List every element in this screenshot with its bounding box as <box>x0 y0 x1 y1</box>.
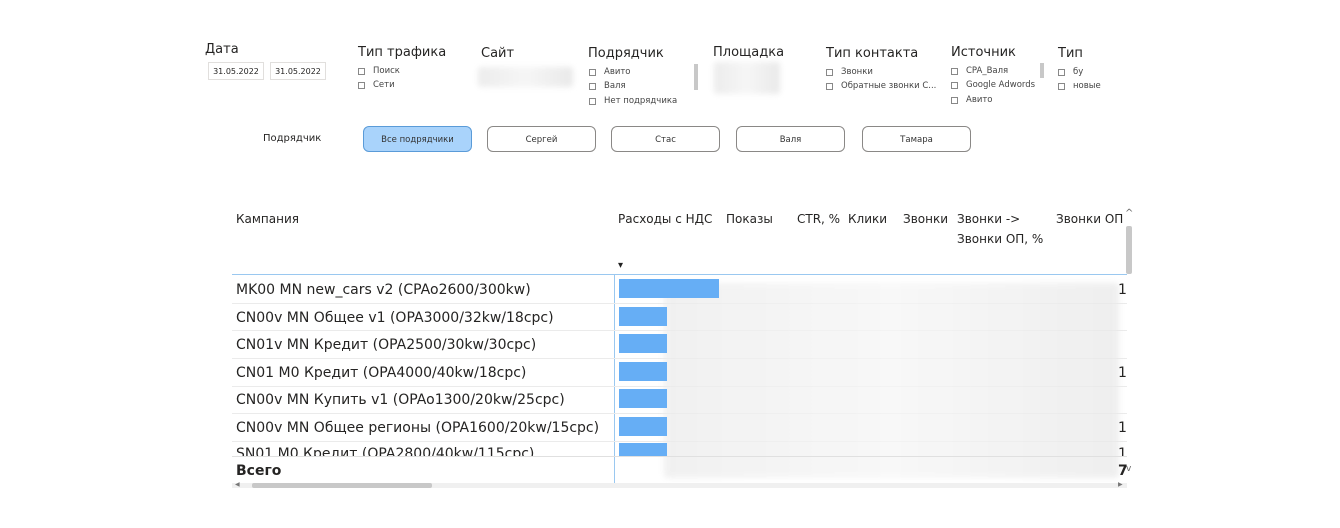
spend-bar <box>619 389 667 408</box>
campaign-name: SN01 M0 Кредит (OPA2800/40kw/115cpc) <box>236 446 535 456</box>
date-from-input[interactable]: 31.05.2022 <box>208 62 264 80</box>
checkbox-icon[interactable] <box>951 96 958 104</box>
column-header-calls[interactable]: Звонки <box>903 211 948 227</box>
source-title: Источник <box>951 45 1016 60</box>
checkbox-icon[interactable] <box>358 67 365 75</box>
site-title: Сайт <box>481 46 515 61</box>
traffic-type-title: Тип трафика <box>358 45 447 60</box>
checkbox-icon[interactable] <box>826 68 833 76</box>
calls-op-value: 1 <box>1118 365 1127 381</box>
campaign-name: CN01v MN Кредит (OPA2500/30kw/30cpc) <box>236 337 537 353</box>
column-header-clicks[interactable]: Клики <box>848 211 887 227</box>
contact-option-callbacks[interactable]: Обратные звонки С... <box>826 80 936 92</box>
campaign-name: MK00 MN new_cars v2 (CPAo2600/300kw) <box>236 282 531 298</box>
spend-bar <box>619 443 667 456</box>
contractor-button-tamara[interactable]: Тамара <box>862 126 971 152</box>
type-option-used[interactable]: бу <box>1058 66 1083 78</box>
calls-op-value: 1 <box>1118 420 1127 436</box>
column-header-call-conversion[interactable]: Звонки -> Звонки ОП, % <box>957 211 1043 247</box>
spend-bar <box>619 334 667 353</box>
scroll-left-icon[interactable]: ◀ <box>235 481 240 488</box>
calls-op-value: 1 <box>1118 282 1127 298</box>
checkbox-icon[interactable] <box>589 97 596 105</box>
total-divider <box>232 456 1127 457</box>
contractor-title: Подрядчик <box>588 46 664 61</box>
site-dropdown-redacted[interactable] <box>478 67 573 87</box>
scroll-right-icon[interactable]: ▶ <box>1118 481 1123 488</box>
checkbox-icon[interactable] <box>951 67 958 75</box>
scroll-up-icon[interactable]: ^ <box>1125 208 1133 219</box>
campaign-name: CN01 M0 Кредит (OPA4000/40kw/18cpc) <box>236 365 527 381</box>
checkbox-icon[interactable] <box>589 68 596 76</box>
table-row[interactable]: SN01 M0 Кредит (OPA2800/40kw/115cpc) 1 <box>0 441 1340 456</box>
contractor-scrollbar[interactable] <box>694 64 698 90</box>
contact-option-calls[interactable]: Звонки <box>826 66 873 78</box>
platform-dropdown-redacted[interactable] <box>714 62 780 94</box>
column-header-campaign[interactable]: Кампания <box>236 211 299 227</box>
date-slicer-title: Дата <box>205 42 239 57</box>
contractor-buttons-label: Подрядчик <box>263 133 322 144</box>
contractor-button-sergey[interactable]: Сергей <box>487 126 596 152</box>
call-conversion-line1: Звонки -> <box>957 212 1021 226</box>
source-option-cpa[interactable]: CPA_Валя <box>951 65 1008 77</box>
spend-bar <box>619 417 667 436</box>
checkbox-icon[interactable] <box>1058 68 1065 76</box>
checkbox-icon[interactable] <box>589 82 596 90</box>
contractor-option-avito[interactable]: Авито <box>589 66 631 78</box>
table-vertical-scrollbar[interactable] <box>1126 226 1132 274</box>
campaign-name: CN00v MN Общее регионы (OPA1600/20kw/15c… <box>236 420 600 436</box>
column-header-ctr[interactable]: CTR, % <box>797 211 840 227</box>
source-option-avito[interactable]: Авито <box>951 94 993 106</box>
spend-bar <box>619 279 719 298</box>
checkbox-icon[interactable] <box>951 81 958 89</box>
source-scrollbar[interactable] <box>1040 63 1044 78</box>
contact-type-title: Тип контакта <box>826 46 919 61</box>
sort-descending-icon[interactable]: ▾ <box>618 260 623 271</box>
checkbox-icon[interactable] <box>358 81 365 89</box>
checkbox-icon[interactable] <box>1058 82 1065 90</box>
platform-title: Площадка <box>713 45 785 60</box>
campaign-name: CN00v MN Купить v1 (OPAo1300/20kw/25cpc) <box>236 392 565 408</box>
table-horizontal-scroll-thumb[interactable] <box>252 483 432 488</box>
traffic-option-networks[interactable]: Сети <box>358 79 395 91</box>
type-option-new[interactable]: новые <box>1058 80 1101 92</box>
contractor-button-valya[interactable]: Валя <box>736 126 845 152</box>
type-title: Тип <box>1058 46 1083 61</box>
column-header-impressions[interactable]: Показы <box>726 211 773 227</box>
contractor-button-stas[interactable]: Стас <box>611 126 720 152</box>
source-option-adwords[interactable]: Google Adwords <box>951 79 1035 91</box>
date-to-input[interactable]: 31.05.2022 <box>270 62 326 80</box>
column-header-spend[interactable]: Расходы с НДС <box>618 211 712 227</box>
call-conversion-line2: Звонки ОП, % <box>957 232 1044 246</box>
contractor-option-valya[interactable]: Валя <box>589 80 626 92</box>
contractor-button-all[interactable]: Все подрядчики <box>363 126 472 152</box>
checkbox-icon[interactable] <box>826 82 833 90</box>
spend-bar <box>619 362 667 381</box>
contractor-option-none[interactable]: Нет подрядчика <box>589 95 677 107</box>
spend-bar <box>619 307 667 326</box>
column-header-calls-op[interactable]: Звонки ОП <box>1056 211 1123 227</box>
table-horizontal-scroll-track[interactable] <box>232 483 1127 488</box>
traffic-option-search[interactable]: Поиск <box>358 65 400 77</box>
campaign-name: CN00v MN Общее v1 (OPA3000/32kw/18cpc) <box>236 310 554 326</box>
calls-op-value: 1 <box>1118 446 1127 456</box>
total-label: Всего <box>236 463 282 479</box>
header-divider <box>232 274 1127 275</box>
scroll-down-icon[interactable]: v <box>1126 464 1131 474</box>
